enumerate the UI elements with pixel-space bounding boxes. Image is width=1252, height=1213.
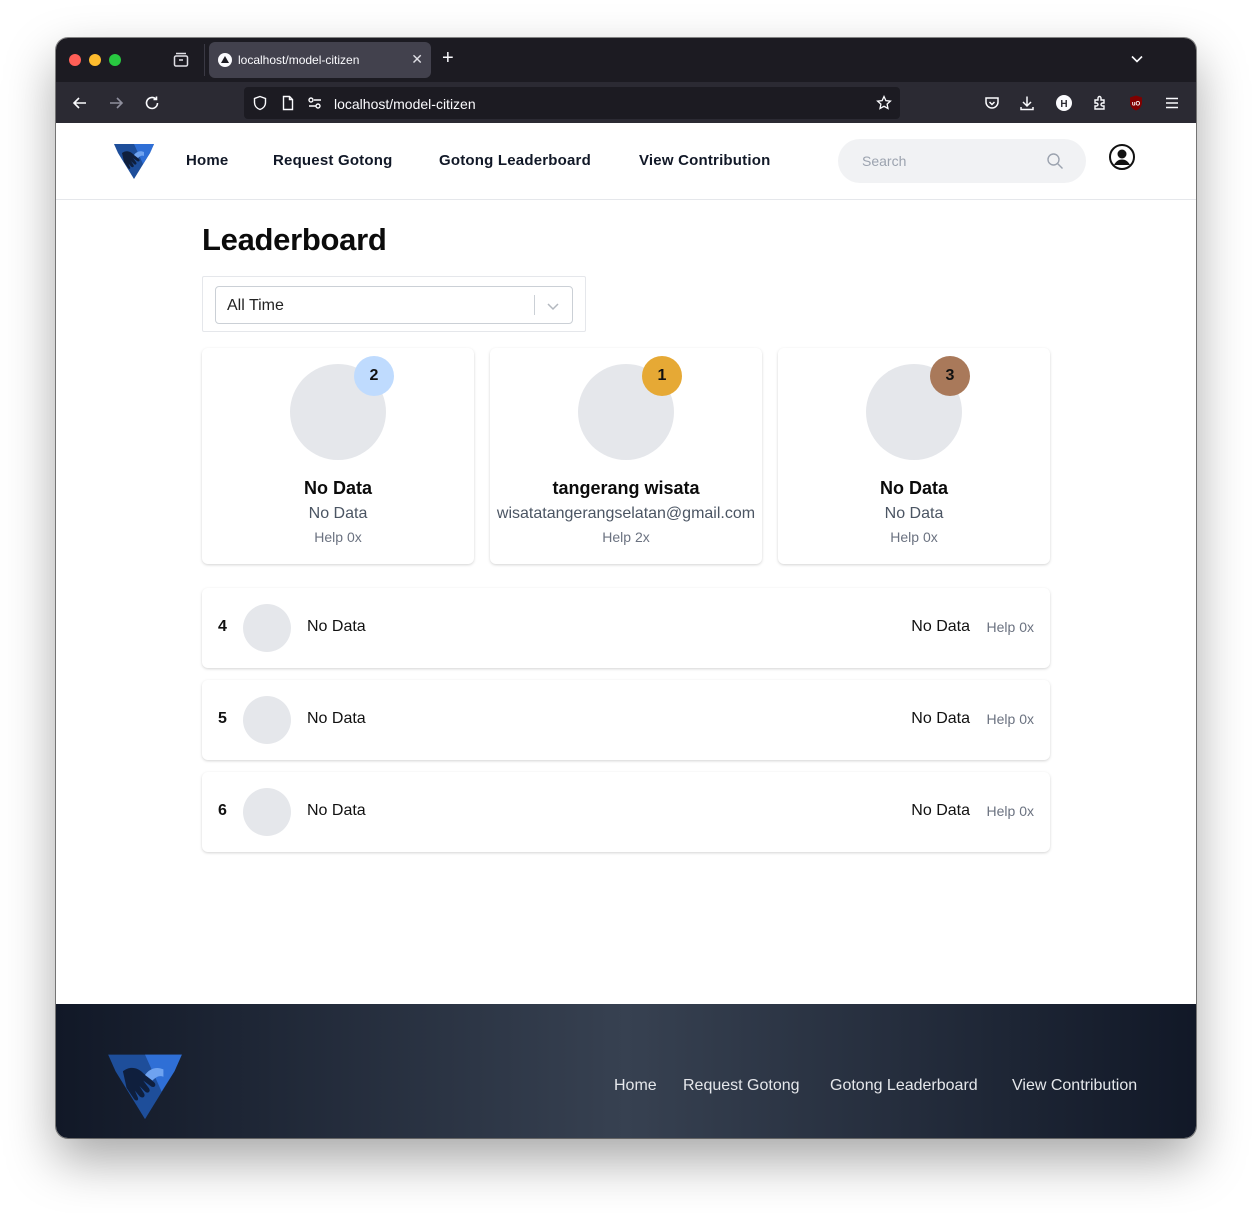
browser-window: localhost/model-citizen ✕ + localhost/mo…	[56, 38, 1196, 1138]
pocket-icon[interactable]	[983, 94, 1001, 112]
nav-view-contribution[interactable]: View Contribution	[639, 152, 770, 169]
avatar	[243, 604, 291, 652]
row-name: No Data	[307, 618, 366, 635]
row-help-count: Help 0x	[986, 803, 1034, 819]
tab-list-chevron-icon[interactable]	[1130, 52, 1144, 66]
site-footer: Home Request Gotong Gotong Leaderboard V…	[56, 1004, 1196, 1138]
url-text: localhost/model-citizen	[334, 96, 476, 112]
search-icon[interactable]	[1046, 152, 1064, 170]
contributor-email: No Data	[308, 505, 368, 522]
footer-link-request-gotong[interactable]: Request Gotong	[683, 1077, 800, 1095]
podium-card-rank-1: 1 tangerang wisata wisatatangerangselata…	[490, 348, 762, 564]
help-count: Help 0x	[314, 529, 362, 545]
rank-badge: 1	[642, 356, 682, 396]
ublock-origin-icon[interactable]: uO	[1127, 94, 1145, 112]
shield-icon[interactable]	[252, 95, 268, 111]
rank-badge: 2	[354, 356, 394, 396]
menu-hamburger-icon[interactable]	[1163, 94, 1181, 112]
new-tab-icon[interactable]: +	[442, 47, 454, 69]
podium-card-rank-3: 3 No Data No Data Help 0x	[778, 348, 1050, 564]
footer-link-home[interactable]: Home	[614, 1077, 657, 1095]
podium-card-rank-2: 2 No Data No Data Help 0x	[202, 348, 474, 564]
leaderboard-row: 5 No Data No Data Help 0x	[202, 680, 1050, 760]
svg-text:H: H	[1060, 99, 1067, 110]
search-input[interactable]	[862, 151, 1032, 171]
avatar	[243, 696, 291, 744]
svg-text:uO: uO	[1132, 102, 1141, 108]
nav-request-gotong[interactable]: Request Gotong	[273, 152, 392, 169]
close-tab-icon[interactable]: ✕	[411, 51, 423, 68]
browser-tabbar: localhost/model-citizen ✕ +	[56, 38, 1196, 82]
footer-link-view-contribution[interactable]: View Contribution	[1012, 1077, 1137, 1095]
leaderboard-row: 6 No Data No Data Help 0x	[202, 772, 1050, 852]
reload-icon[interactable]	[143, 94, 161, 112]
help-count: Help 0x	[890, 529, 938, 545]
rank-badge: 3	[930, 356, 970, 396]
filter-panel: All Time	[202, 276, 586, 332]
web-page: Home Request Gotong Gotong Leaderboard V…	[56, 123, 1196, 1138]
chevron-down-icon[interactable]	[546, 299, 560, 313]
gotong-logo-icon[interactable]	[113, 142, 155, 180]
downloads-icon[interactable]	[1018, 94, 1036, 112]
browser-toolbar: localhost/model-citizen H uO	[56, 82, 1196, 123]
footer-link-gotong-leaderboard[interactable]: Gotong Leaderboard	[830, 1077, 978, 1095]
row-email: No Data	[911, 710, 970, 727]
contributor-name: tangerang wisata	[552, 478, 700, 498]
permissions-icon[interactable]	[307, 95, 323, 111]
minimize-window-button[interactable]	[89, 54, 101, 66]
help-count: Help 2x	[602, 529, 650, 545]
forward-icon[interactable]	[107, 94, 125, 112]
nav-gotong-leaderboard[interactable]: Gotong Leaderboard	[439, 152, 591, 169]
row-rank: 5	[218, 710, 227, 727]
page-icon[interactable]	[280, 95, 296, 111]
page-title: Leaderboard	[202, 222, 387, 257]
browser-tab-active[interactable]: localhost/model-citizen ✕	[209, 42, 431, 78]
back-icon[interactable]	[71, 94, 89, 112]
contributor-name: No Data	[303, 478, 372, 498]
contributor-name: No Data	[879, 478, 948, 498]
maximize-window-button[interactable]	[109, 54, 121, 66]
row-email: No Data	[911, 802, 970, 819]
avatar	[243, 788, 291, 836]
tab-title: localhost/model-citizen	[238, 53, 360, 67]
extensions-puzzle-icon[interactable]	[1091, 94, 1109, 112]
row-rank: 6	[218, 802, 227, 819]
search-box	[838, 139, 1086, 183]
nav-home[interactable]: Home	[186, 152, 228, 169]
site-header: Home Request Gotong Gotong Leaderboard V…	[56, 123, 1196, 200]
time-range-value: All Time	[227, 297, 284, 314]
row-rank: 4	[218, 618, 227, 635]
favicon-icon	[218, 53, 232, 67]
contributor-email: No Data	[884, 505, 944, 522]
leaderboard-row: 4 No Data No Data Help 0x	[202, 588, 1050, 668]
row-email: No Data	[911, 618, 970, 635]
url-bar[interactable]: localhost/model-citizen	[244, 87, 900, 119]
gotong-logo-icon[interactable]	[104, 1051, 186, 1121]
extension-h-icon[interactable]: H	[1055, 94, 1073, 112]
row-help-count: Help 0x	[986, 619, 1034, 635]
row-help-count: Help 0x	[986, 711, 1034, 727]
row-name: No Data	[307, 802, 366, 819]
contributor-email: wisatatangerangselatan@gmail.com	[496, 505, 756, 522]
close-window-button[interactable]	[69, 54, 81, 66]
user-account-icon[interactable]	[1109, 144, 1135, 170]
time-range-select[interactable]: All Time	[215, 286, 573, 324]
row-name: No Data	[307, 710, 366, 727]
bookmark-star-icon[interactable]	[876, 95, 892, 111]
tab-manager-icon[interactable]	[172, 51, 190, 69]
